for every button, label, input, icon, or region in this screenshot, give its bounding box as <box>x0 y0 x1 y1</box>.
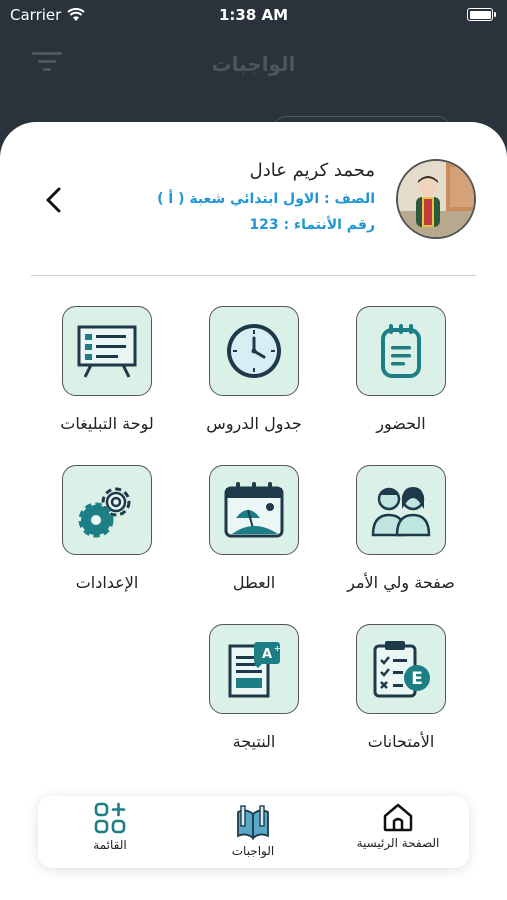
svg-text:E: E <box>411 669 423 689</box>
attendance-label: الحضور <box>376 414 426 433</box>
battery-icon <box>467 8 496 21</box>
nav-homework-label: الواجبات <box>231 844 275 858</box>
clock-icon <box>227 324 281 378</box>
schedule-label: جدول الدروس <box>206 414 302 433</box>
parent-page-label: صفحة ولي الأمر <box>347 573 455 592</box>
book-icon <box>237 805 269 840</box>
grid-add-icon <box>94 802 126 834</box>
side-menu-sheet: محمد كريم عادل الصف : الاول ابتدائي شعبة… <box>0 122 507 900</box>
nav-home[interactable]: الصفحة الرئيسية <box>338 802 458 864</box>
svg-text:A: A <box>262 647 272 662</box>
exam-clipboard-icon: E <box>373 641 430 698</box>
avatar <box>396 159 476 239</box>
notice-board-label: لوحة التبليغات <box>60 414 154 433</box>
student-class: الصف : الاول ابتدائي شعبة ( أ ) <box>157 191 375 207</box>
attendance-button[interactable] <box>356 306 446 396</box>
exams-button[interactable]: E <box>356 624 446 714</box>
status-bar: Carrier 1:38 AM <box>0 0 507 30</box>
bottom-nav: الصفحة الرئيسية الواجبات القائمة <box>38 796 469 868</box>
background-header: الواجبات <box>0 40 507 90</box>
status-time: 1:38 AM <box>218 6 289 24</box>
divider <box>31 275 476 276</box>
notice-board-button[interactable] <box>62 306 152 396</box>
parents-icon <box>371 487 431 537</box>
results-label: النتيجة <box>232 732 276 751</box>
home-icon <box>383 803 413 832</box>
profile-info: محمد كريم عادل الصف : الاول ابتدائي شعبة… <box>157 160 375 233</box>
results-button[interactable]: A + <box>209 624 299 714</box>
holidays-label: العطل <box>232 573 276 592</box>
result-document-icon: A + <box>228 642 281 698</box>
presentation-board-icon <box>77 325 137 378</box>
student-photo <box>398 161 474 237</box>
schedule-button[interactable] <box>209 306 299 396</box>
nav-menu-label: القائمة <box>93 838 127 852</box>
holiday-calendar-icon <box>224 482 284 538</box>
settings-label: الإعدادات <box>75 573 139 592</box>
nav-homework[interactable]: الواجبات <box>193 802 313 864</box>
holidays-button[interactable] <box>209 465 299 555</box>
nav-home-label: الصفحة الرئيسية <box>356 836 440 850</box>
parent-page-button[interactable] <box>356 465 446 555</box>
student-id: رقم الأنتماء : 123 <box>249 217 375 233</box>
background-title: الواجبات <box>211 52 296 76</box>
nav-menu[interactable]: القائمة <box>50 802 170 864</box>
exams-label: الأمتحانات <box>367 732 435 751</box>
svg-text:+: + <box>274 644 281 653</box>
back-button[interactable] <box>38 180 68 220</box>
gears-icon <box>78 487 131 538</box>
settings-button[interactable] <box>62 465 152 555</box>
chevron-left-icon <box>46 187 61 213</box>
student-name: محمد كريم عادل <box>249 160 375 181</box>
notepad-icon <box>381 324 421 378</box>
